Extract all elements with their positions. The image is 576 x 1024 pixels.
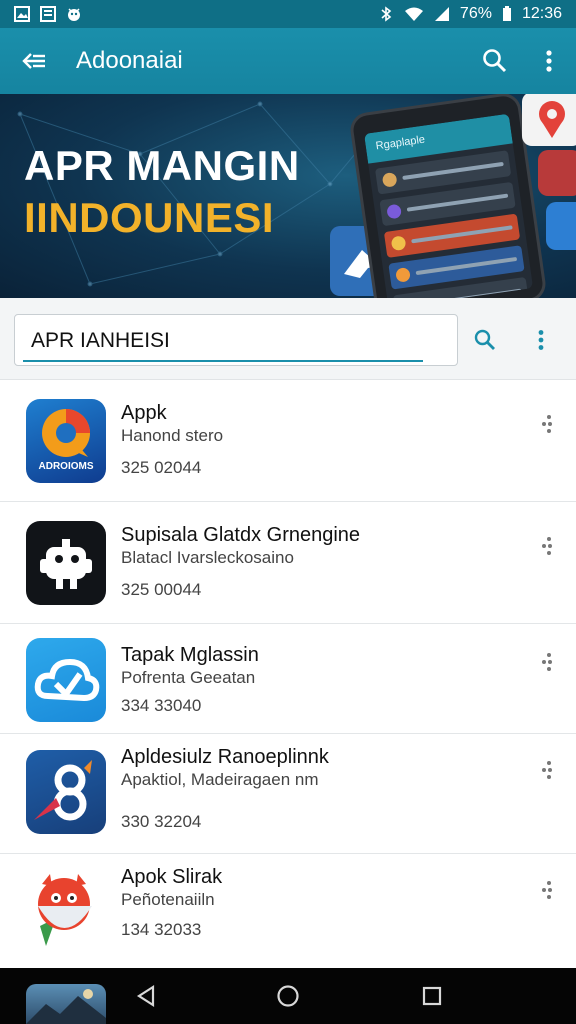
system-nav-bar (0, 968, 576, 1024)
app-name: Tapak Mglassin (121, 644, 259, 666)
item-more-button[interactable] (532, 404, 562, 444)
list-item[interactable]: Tapak Mglassin Pofrenta Geeatan 334 3304… (0, 624, 576, 734)
notification-icon (40, 6, 56, 22)
app-description: Blatacl Ivarsleckosaino (121, 548, 294, 567)
signal-icon (434, 7, 449, 21)
item-more-button[interactable] (532, 642, 562, 682)
bluetooth-icon (381, 6, 392, 22)
battery-text: 76% (459, 5, 492, 22)
landscape-thumbnail-icon (26, 989, 106, 1024)
app-meta: 334 33040 (121, 696, 202, 715)
app-name: Apldesiulz Ranoeplinnk (121, 746, 329, 768)
more-dots-icon (542, 415, 552, 433)
screen: 76% 12:36 Adoonaiai APR MANGIN IINDOUNES… (0, 0, 576, 1024)
app-icon-number (26, 750, 106, 834)
search-input-value: APR IANHEISI (31, 329, 170, 352)
bird-icon (38, 874, 92, 946)
overflow-menu-button[interactable] (522, 28, 576, 94)
wifi-icon (404, 7, 423, 21)
rocket-eight-icon (34, 760, 92, 821)
more-vert-icon (538, 330, 544, 350)
tile-blue (546, 202, 576, 250)
app-bar-title: Adoonaiai (76, 47, 183, 74)
tile-red (538, 150, 576, 196)
tile-maps (522, 94, 576, 146)
item-more-button[interactable] (532, 870, 562, 910)
nav-back-button[interactable] (116, 976, 176, 1016)
nav-home-button[interactable] (258, 976, 318, 1016)
clock: 12:36 (521, 5, 562, 22)
status-bar: 76% 12:36 (0, 0, 576, 28)
app-icon-bird (26, 870, 106, 954)
app-meta: 134 32033 (121, 920, 202, 939)
app-description: Hanond stero (121, 426, 224, 445)
robot-icon (40, 539, 92, 589)
map-pin-icon (539, 101, 565, 138)
back-triangle-icon (136, 984, 155, 1008)
search-icon (483, 49, 507, 73)
recents-square-icon (422, 986, 442, 1006)
home-circle-icon (277, 985, 299, 1007)
app-list: ADROIOMS Appk Hanond stero 325 02044 Sup… (0, 380, 576, 972)
app-icon-cloud (26, 638, 106, 722)
android-icon (68, 8, 80, 21)
search-input[interactable]: APR IANHEISI (14, 314, 458, 366)
app-icon-robot (26, 521, 106, 605)
list-item[interactable]: Apok Slirak Peñotenaiiln 134 32033 (0, 854, 576, 972)
phone-illustration: Rgaplaple (348, 94, 548, 298)
battery-icon (502, 6, 511, 21)
item-more-button[interactable] (532, 750, 562, 790)
cloud-icon (34, 658, 100, 702)
search-submit-button[interactable] (460, 314, 510, 366)
photo-icon (14, 6, 30, 22)
app-meta: 325 00044 (121, 580, 202, 599)
list-item[interactable]: Apldesiulz Ranoeplinnk Apaktiol, Madeira… (0, 734, 576, 854)
list-item[interactable]: Supisala Glatdx Grnengine Blatacl Ivarsl… (0, 502, 576, 624)
search-icon (474, 329, 495, 350)
more-dots-icon (542, 653, 552, 671)
more-vert-icon (546, 50, 552, 72)
recent-app-thumbnail[interactable] (26, 984, 106, 1024)
search-more-button[interactable] (516, 314, 566, 366)
banner-title-line2: IINDOUNESI (24, 194, 275, 241)
app-meta: 330 32204 (121, 812, 202, 831)
app-description: Peñotenaiiln (121, 890, 215, 909)
app-name: Supisala Glatdx Grnengine (121, 524, 361, 546)
app-icon-label: ADROIOMS (38, 461, 94, 472)
list-item[interactable]: ADROIOMS Appk Hanond stero 325 02044 (0, 380, 576, 502)
back-arrow-icon (22, 53, 45, 69)
app-description: Pofrenta Geeatan (121, 668, 256, 687)
search-input-underline (23, 360, 423, 362)
more-dots-icon (542, 881, 552, 899)
app-icon-adroioms: ADROIOMS (26, 399, 106, 483)
app-description: Apaktiol, Madeiragaen nm (121, 770, 319, 789)
back-button[interactable] (0, 28, 68, 94)
more-dots-icon (542, 761, 552, 779)
banner-title-line1: APR MANGIN (24, 142, 300, 189)
more-dots-icon (542, 537, 552, 555)
search-section: APR IANHEISI (0, 298, 576, 380)
app-name: Apok Slirak (121, 866, 223, 888)
item-more-button[interactable] (532, 526, 562, 566)
app-meta: 325 02044 (121, 458, 202, 477)
promo-banner[interactable]: APR MANGIN IINDOUNESI Rgaplaple (0, 94, 576, 298)
app-name: Appk (121, 402, 167, 424)
app-bar: Adoonaiai (0, 28, 576, 94)
search-button[interactable] (468, 28, 522, 94)
nav-recents-button[interactable] (402, 976, 462, 1016)
